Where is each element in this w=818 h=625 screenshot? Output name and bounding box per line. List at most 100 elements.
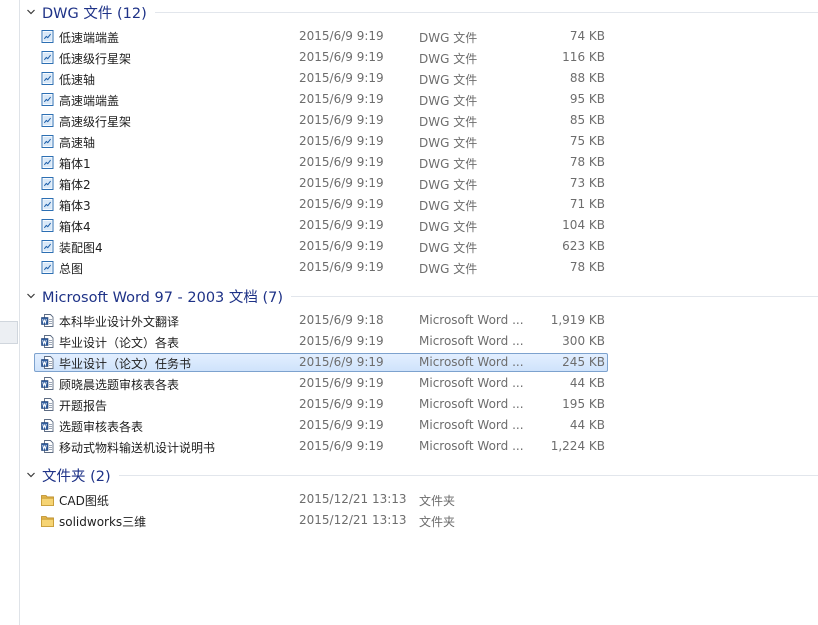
file-size: 78 KB — [569, 260, 605, 274]
file-row[interactable]: 毕业设计（论文）任务书 2015/6/9 9:19 Microsoft Word .… — [34, 353, 608, 372]
dwg-file-icon — [40, 218, 55, 233]
file-type: DWG 文件 — [419, 262, 478, 276]
word-document-icon — [40, 313, 55, 328]
dwg-file-icon — [40, 71, 55, 86]
file-type: DWG 文件 — [419, 136, 478, 150]
file-date-modified: 2015/12/21 13:13 — [299, 492, 407, 506]
file-row[interactable]: 低速级行星架 2015/6/9 9:19 DWG 文件 116 KB — [34, 48, 608, 67]
file-name: 移动式物料输送机设计说明书 — [59, 441, 216, 455]
file-name: 顾晓晨选题审核表各表 — [59, 378, 180, 392]
file-date-modified: 2015/6/9 9:19 — [299, 197, 384, 211]
chevron-down-icon[interactable] — [26, 470, 36, 480]
file-name: 毕业设计（论文）任务书 — [59, 357, 192, 371]
file-row[interactable]: CAD图纸 2015/12/21 13:13 文件夹 — [34, 490, 608, 509]
file-row[interactable]: 箱体2 2015/6/9 9:19 DWG 文件 73 KB — [34, 174, 608, 193]
file-row[interactable]: 高速端端盖 2015/6/9 9:19 DWG 文件 95 KB — [34, 90, 608, 109]
file-type: DWG 文件 — [419, 178, 478, 192]
file-date-modified: 2015/6/9 9:19 — [299, 218, 384, 232]
dwg-file-icon — [40, 29, 55, 44]
dwg-file-icon — [40, 260, 55, 275]
group-header[interactable]: DWG 文件 (12) — [20, 0, 818, 24]
group-header[interactable]: 文件夹 (2) — [20, 463, 818, 487]
word-document-icon — [40, 418, 55, 433]
file-name: 高速轴 — [59, 136, 96, 150]
file-size: 44 KB — [569, 418, 605, 432]
dwg-file-icon — [40, 92, 55, 107]
file-date-modified: 2015/6/9 9:19 — [299, 113, 384, 127]
file-name: 总图 — [59, 262, 84, 276]
file-row[interactable]: 高速轴 2015/6/9 9:19 DWG 文件 75 KB — [34, 132, 608, 151]
file-date-modified: 2015/6/9 9:19 — [299, 334, 384, 348]
dwg-file-icon — [40, 176, 55, 191]
file-name: 本科毕业设计外文翻译 — [59, 315, 180, 329]
file-type: Microsoft Word ... — [419, 376, 524, 390]
file-size: 195 KB — [562, 397, 605, 411]
file-list-view: DWG 文件 (12) 低速端端盖 2015/6/9 9:19 DWG 文件 74 KB… — [20, 0, 818, 625]
file-size: 1,224 KB — [550, 439, 605, 453]
chevron-down-icon[interactable] — [26, 291, 36, 301]
file-date-modified: 2015/6/9 9:19 — [299, 355, 384, 369]
file-date-modified: 2015/12/21 13:13 — [299, 513, 407, 527]
file-type: DWG 文件 — [419, 241, 478, 255]
group-divider — [155, 12, 818, 13]
file-row[interactable]: 箱体4 2015/6/9 9:19 DWG 文件 104 KB — [34, 216, 608, 235]
file-row[interactable]: 低速端端盖 2015/6/9 9:19 DWG 文件 74 KB — [34, 27, 608, 46]
file-size: 73 KB — [569, 176, 605, 190]
file-date-modified: 2015/6/9 9:19 — [299, 176, 384, 190]
file-row[interactable]: 低速轴 2015/6/9 9:19 DWG 文件 88 KB — [34, 69, 608, 88]
file-row[interactable]: 顾晓晨选题审核表各表 2015/6/9 9:19 Microsoft Word ..… — [34, 374, 608, 393]
file-row[interactable]: 装配图4 2015/6/9 9:19 DWG 文件 623 KB — [34, 237, 608, 256]
file-size: 75 KB — [569, 134, 605, 148]
file-row[interactable]: 总图 2015/6/9 9:19 DWG 文件 78 KB — [34, 258, 608, 277]
dwg-file-icon — [40, 134, 55, 149]
file-name: 选题审核表各表 — [59, 420, 144, 434]
word-document-icon — [40, 397, 55, 412]
file-type: DWG 文件 — [419, 220, 478, 234]
file-row[interactable]: 毕业设计（论文）各表 2015/6/9 9:19 Microsoft Word ..… — [34, 332, 608, 351]
file-size: 300 KB — [562, 334, 605, 348]
group-header[interactable]: Microsoft Word 97 - 2003 文档 (7) — [20, 284, 818, 308]
file-date-modified: 2015/6/9 9:19 — [299, 418, 384, 432]
file-type: DWG 文件 — [419, 52, 478, 66]
dwg-file-icon — [40, 197, 55, 212]
file-size: 88 KB — [569, 71, 605, 85]
file-row[interactable]: 移动式物料输送机设计说明书 2015/6/9 9:19 Microsoft Word… — [34, 437, 608, 456]
folder-icon — [40, 492, 55, 507]
dwg-file-icon — [40, 155, 55, 170]
file-size: 44 KB — [569, 376, 605, 390]
file-name: CAD图纸 — [59, 494, 109, 508]
file-size: 104 KB — [562, 218, 605, 232]
file-name: 低速级行星架 — [59, 52, 132, 66]
word-document-icon — [40, 376, 55, 391]
word-document-icon — [40, 334, 55, 349]
file-type: Microsoft Word ... — [419, 439, 524, 453]
word-document-icon — [40, 439, 55, 454]
file-type: DWG 文件 — [419, 199, 478, 213]
file-name: 低速轴 — [59, 73, 96, 87]
file-name: 箱体4 — [59, 220, 91, 234]
navigation-pane-scroll-tab[interactable] — [0, 321, 18, 344]
file-row[interactable]: 高速级行星架 2015/6/9 9:19 DWG 文件 85 KB — [34, 111, 608, 130]
file-row[interactable]: 箱体1 2015/6/9 9:19 DWG 文件 78 KB — [34, 153, 608, 172]
file-date-modified: 2015/6/9 9:19 — [299, 50, 384, 64]
file-date-modified: 2015/6/9 9:19 — [299, 260, 384, 274]
file-row[interactable]: 箱体3 2015/6/9 9:19 DWG 文件 71 KB — [34, 195, 608, 214]
file-row[interactable]: 开题报告 2015/6/9 9:19 Microsoft Word ... 195 K… — [34, 395, 608, 414]
file-row[interactable]: solidworks三维 2015/12/21 13:13 文件夹 — [34, 511, 608, 530]
file-date-modified: 2015/6/9 9:19 — [299, 71, 384, 85]
file-row[interactable]: 选题审核表各表 2015/6/9 9:19 Microsoft Word ... 44… — [34, 416, 608, 435]
file-row[interactable]: 本科毕业设计外文翻译 2015/6/9 9:18 Microsoft Word ..… — [34, 311, 608, 330]
file-type: DWG 文件 — [419, 31, 478, 45]
file-size: 245 KB — [562, 355, 605, 369]
file-size: 116 KB — [562, 50, 605, 64]
file-type: DWG 文件 — [419, 157, 478, 171]
chevron-down-icon[interactable] — [26, 7, 36, 17]
file-type: DWG 文件 — [419, 73, 478, 87]
file-type: Microsoft Word ... — [419, 355, 524, 369]
file-name: 毕业设计（论文）各表 — [59, 336, 180, 350]
group-title: Microsoft Word 97 - 2003 文档 (7) — [42, 290, 284, 306]
file-type: Microsoft Word ... — [419, 397, 524, 411]
file-name: 高速级行星架 — [59, 115, 132, 129]
file-date-modified: 2015/6/9 9:19 — [299, 397, 384, 411]
file-date-modified: 2015/6/9 9:19 — [299, 239, 384, 253]
